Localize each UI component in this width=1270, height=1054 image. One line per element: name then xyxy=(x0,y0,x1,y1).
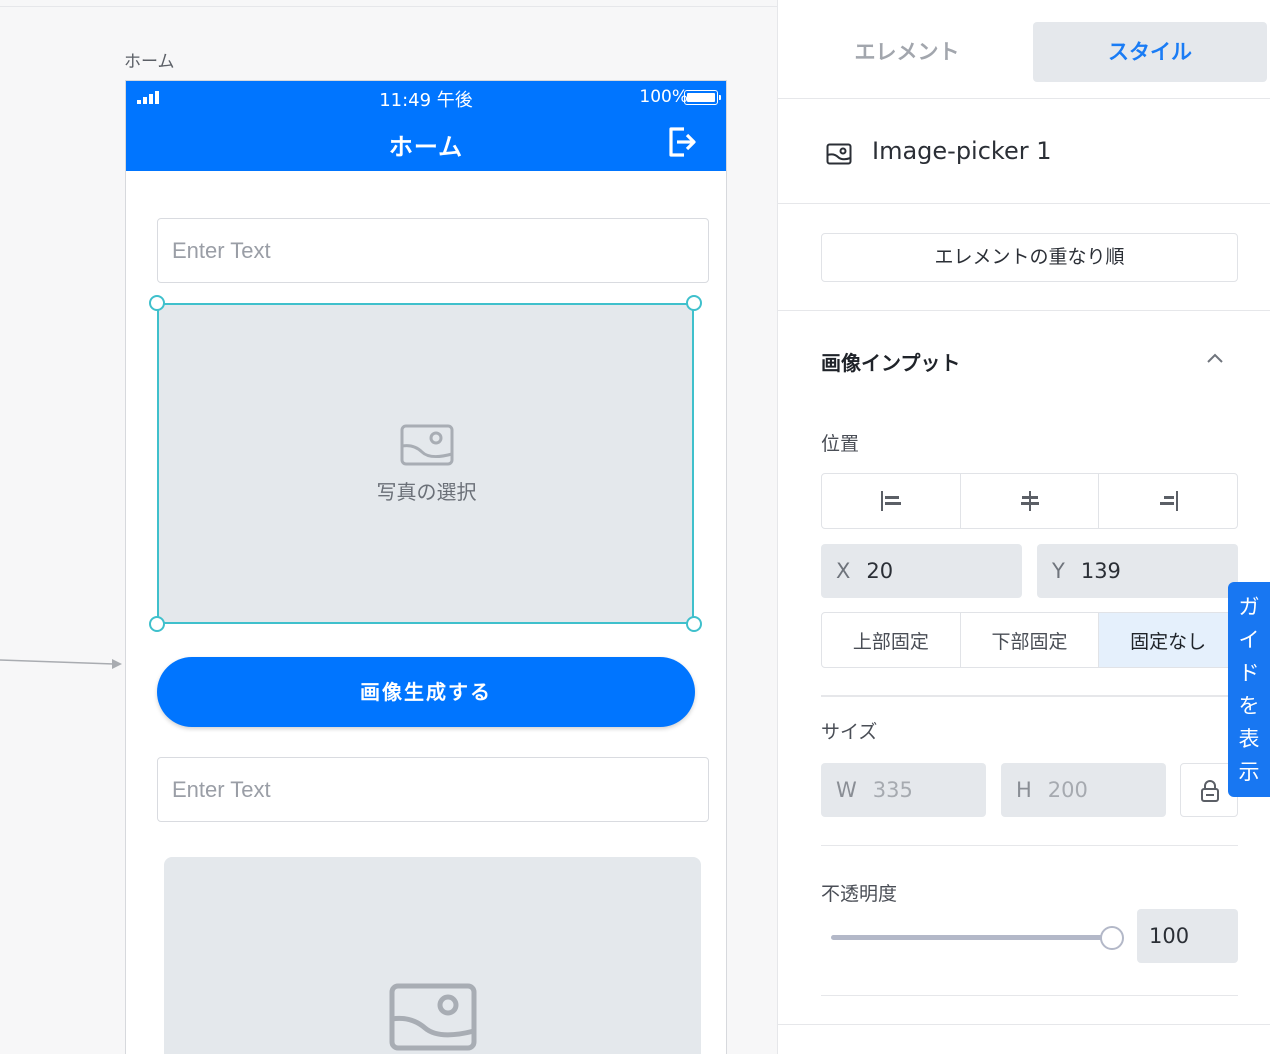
guide-char: 表 xyxy=(1238,726,1260,751)
opacity-label: 不透明度 xyxy=(821,883,898,905)
tab-style[interactable]: スタイル xyxy=(1033,22,1267,82)
phone-screen-frame[interactable]: 11:49 午後 100% ホーム Enter Text 写真の選択 画像生成す… xyxy=(125,80,727,1054)
battery-percent: 100% xyxy=(639,87,688,107)
selected-element-row: Image-picker 1 xyxy=(778,99,1270,204)
image-placeholder-icon xyxy=(389,983,476,1051)
h-value: 200 xyxy=(1047,778,1088,802)
panel-bottom-divider xyxy=(778,1024,1270,1025)
h-key: H xyxy=(1016,778,1032,802)
align-center-button[interactable] xyxy=(961,474,1100,528)
guide-char: ド xyxy=(1238,660,1260,685)
resize-handle-bottom-right[interactable] xyxy=(686,616,702,632)
align-right-button[interactable] xyxy=(1099,474,1237,528)
opacity-input[interactable]: 100 xyxy=(1137,909,1238,963)
flow-connector-arrow xyxy=(0,659,122,669)
opacity-slider-track[interactable] xyxy=(831,935,1111,940)
anchor-top-button[interactable]: 上部固定 xyxy=(822,613,961,667)
section-divider xyxy=(821,995,1238,996)
image-picker-icon xyxy=(826,143,852,165)
y-key: Y xyxy=(1052,559,1065,583)
section-divider xyxy=(821,845,1238,846)
x-value: 20 xyxy=(866,559,894,583)
element-name: Image-picker 1 xyxy=(872,137,1052,165)
guide-char: イ xyxy=(1238,627,1260,652)
guide-char: ガ xyxy=(1238,594,1260,619)
x-position-field[interactable]: X 20 xyxy=(821,544,1022,598)
align-center-icon xyxy=(1020,491,1039,511)
anchor-none-button[interactable]: 固定なし xyxy=(1099,613,1237,667)
anchor-bottom-button[interactable]: 下部固定 xyxy=(961,613,1100,667)
align-right-icon xyxy=(1160,491,1179,511)
y-position-field[interactable]: Y 139 xyxy=(1037,544,1238,598)
image-picker-1[interactable]: 写真の選択 xyxy=(159,305,694,624)
screen-label[interactable]: ホーム xyxy=(124,47,175,72)
image-placeholder-icon xyxy=(400,424,453,466)
page-title: ホーム xyxy=(388,133,464,161)
guide-char: を xyxy=(1238,693,1260,718)
resize-handle-top-right[interactable] xyxy=(686,295,702,311)
section-title: 画像インプット xyxy=(821,351,961,375)
tab-element[interactable]: エレメント xyxy=(792,22,1022,82)
design-canvas[interactable]: ホーム 11:49 午後 100% ホーム Enter Text 写真の選択 画… xyxy=(0,0,777,1054)
x-key: X xyxy=(836,559,851,583)
lock-icon xyxy=(1201,780,1219,802)
image-picker-2[interactable] xyxy=(164,857,701,1054)
canvas-top-divider xyxy=(0,6,777,7)
show-guide-tab[interactable]: ガ イ ド を 表 示 xyxy=(1228,582,1270,797)
section-divider xyxy=(821,695,1238,697)
status-bar: 11:49 午後 100% xyxy=(126,81,726,113)
width-field[interactable]: W 335 xyxy=(821,763,986,817)
alignment-group xyxy=(821,473,1238,529)
chevron-up-icon[interactable] xyxy=(1206,352,1224,364)
panel-tabs: エレメント スタイル xyxy=(778,0,1270,99)
align-left-button[interactable] xyxy=(822,474,961,528)
generate-image-button[interactable]: 画像生成する xyxy=(157,657,695,727)
layer-order-button[interactable]: エレメントの重なり順 xyxy=(821,233,1238,282)
picker-label: 写真の選択 xyxy=(376,480,477,504)
app-header: 11:49 午後 100% ホーム xyxy=(126,81,726,171)
logout-icon[interactable] xyxy=(666,125,700,159)
properties-panel: エレメント スタイル Image-picker 1 エレメントの重なり順 画像イ… xyxy=(777,0,1270,1054)
opacity-slider-handle[interactable] xyxy=(1100,926,1124,950)
w-key: W xyxy=(836,778,857,802)
text-input-2[interactable]: Enter Text xyxy=(157,757,709,822)
text-input-1[interactable]: Enter Text xyxy=(157,218,709,283)
resize-handle-bottom-left[interactable] xyxy=(149,616,165,632)
anchor-group: 上部固定 下部固定 固定なし xyxy=(821,612,1238,668)
height-field[interactable]: H 200 xyxy=(1001,763,1166,817)
position-label: 位置 xyxy=(821,433,860,455)
guide-char: 示 xyxy=(1238,759,1260,784)
battery-icon xyxy=(684,90,721,105)
align-left-icon xyxy=(880,491,901,511)
order-section: エレメントの重なり順 xyxy=(778,204,1270,311)
status-time: 11:49 午後 xyxy=(379,90,473,111)
y-value: 139 xyxy=(1080,559,1121,583)
w-value: 335 xyxy=(872,778,913,802)
size-label: サイズ xyxy=(821,721,878,743)
resize-handle-top-left[interactable] xyxy=(149,295,165,311)
